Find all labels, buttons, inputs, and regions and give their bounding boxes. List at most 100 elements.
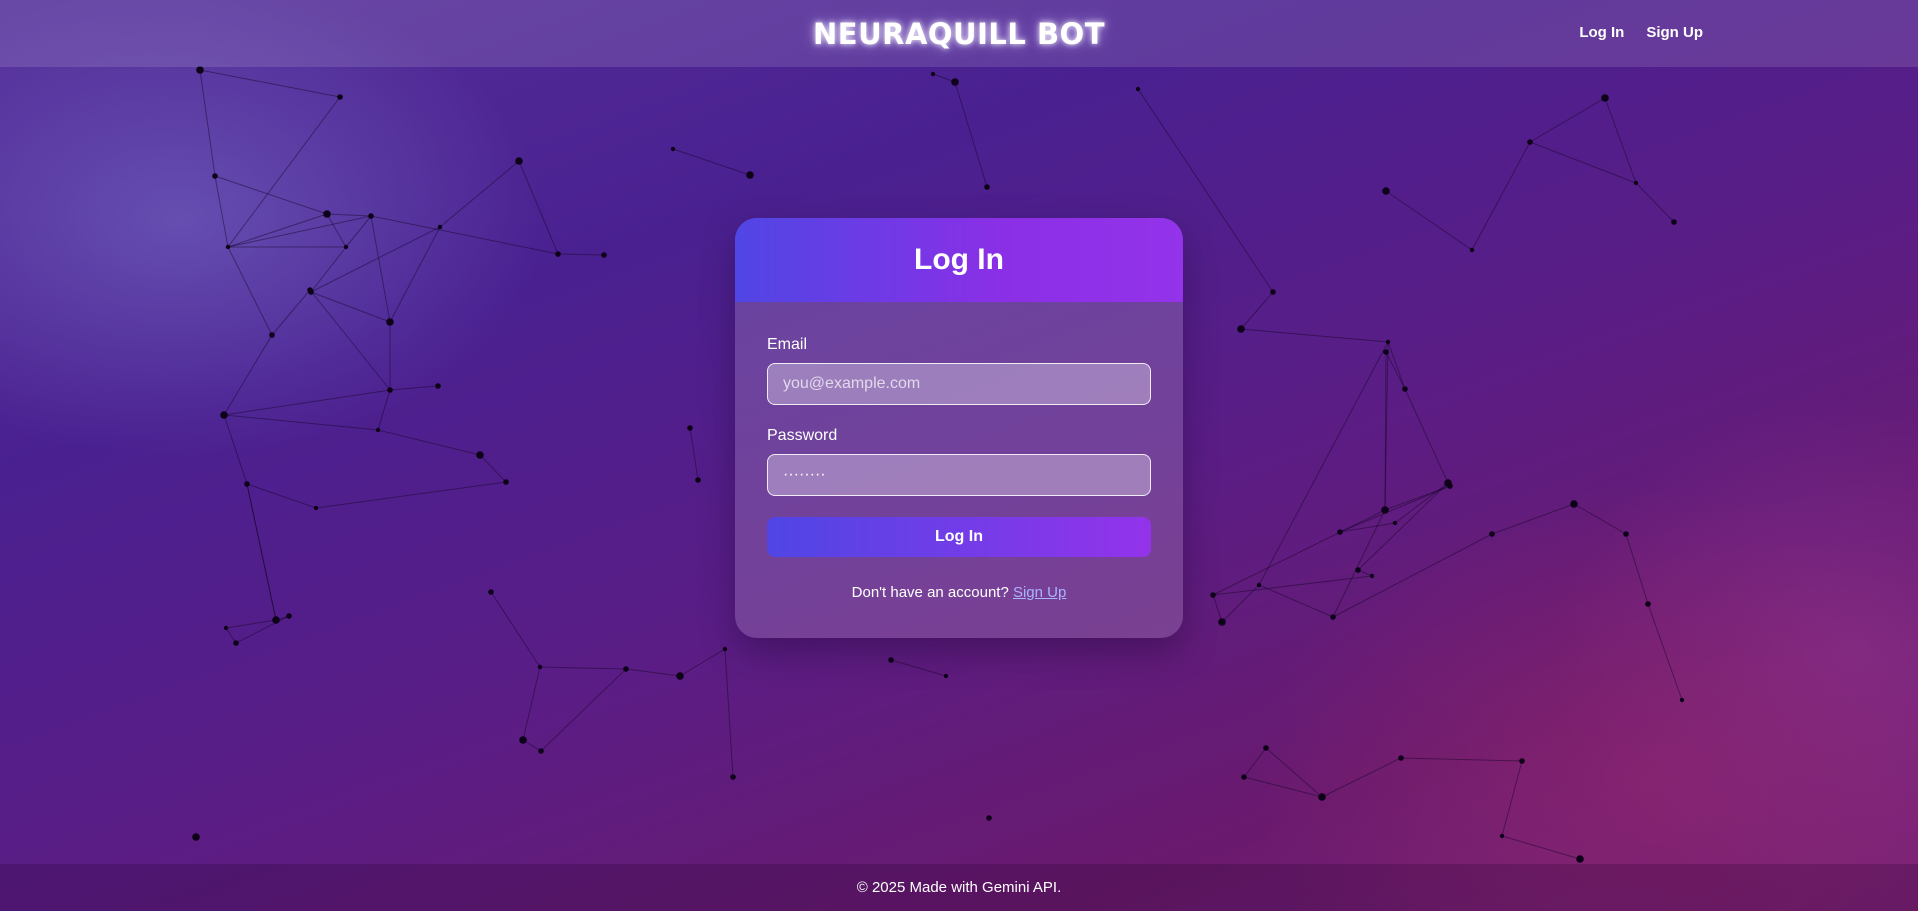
network-line: [271, 289, 311, 336]
network-line: [1387, 341, 1406, 390]
network-line: [625, 668, 681, 677]
network-line: [522, 666, 541, 741]
network-line: [1221, 584, 1260, 623]
network-line: [1258, 584, 1334, 618]
network-node: [223, 625, 229, 631]
network-node: [746, 171, 754, 179]
network-line: [1339, 522, 1396, 533]
network-line: [1212, 509, 1386, 596]
nav-signup-link[interactable]: Sign Up: [1646, 24, 1703, 41]
network-line: [1332, 533, 1493, 618]
network-node: [986, 815, 992, 821]
network-node: [538, 748, 544, 754]
network-line: [310, 291, 391, 323]
network-node: [476, 451, 484, 459]
network-node: [1469, 247, 1475, 253]
network-line: [223, 414, 379, 431]
network-node: [930, 71, 936, 77]
network-node: [623, 666, 629, 672]
network-line: [310, 226, 441, 293]
signup-prompt: Don't have an account? Sign Up: [767, 584, 1151, 601]
network-node: [951, 78, 959, 86]
network-line: [223, 334, 273, 416]
network-line: [389, 226, 441, 323]
network-line: [1529, 97, 1606, 143]
login-title: Log In: [914, 243, 1004, 276]
network-line: [214, 175, 328, 215]
login-card: Log In Email Password Log In Don't have …: [735, 218, 1183, 638]
network-line: [310, 246, 347, 293]
login-form: Email Password Log In Don't have an acco…: [735, 302, 1183, 601]
network-line: [1321, 757, 1402, 798]
network-line: [214, 175, 229, 248]
network-line: [518, 160, 559, 255]
network-line: [1491, 503, 1575, 535]
network-node: [1570, 500, 1578, 508]
network-node: [1270, 289, 1276, 295]
network-node: [212, 173, 218, 179]
network-node: [943, 673, 949, 679]
network-node: [323, 210, 331, 218]
network-line: [724, 648, 734, 778]
network-line: [689, 427, 699, 481]
network-node: [1135, 86, 1141, 92]
network-node: [343, 244, 349, 250]
network-line: [1243, 747, 1267, 778]
network-node: [503, 479, 509, 485]
network-node: [1527, 139, 1533, 145]
network-line: [479, 454, 507, 483]
network-line: [490, 591, 541, 668]
network-node: [488, 589, 494, 595]
network-line: [1258, 341, 1389, 586]
network-line: [539, 666, 627, 670]
network-node: [537, 664, 543, 670]
signup-prompt-text: Don't have an account?: [851, 584, 1013, 601]
network-line: [1529, 141, 1637, 184]
network-node: [386, 318, 394, 326]
network-node: [730, 774, 736, 780]
network-node: [695, 477, 701, 483]
network-node: [601, 252, 607, 258]
footer-text: © 2025 Made with Gemini API.: [856, 879, 1062, 896]
network-line: [223, 389, 391, 416]
network-node: [1256, 582, 1262, 588]
network-line: [309, 289, 391, 391]
network-node: [722, 646, 728, 652]
network-node: [1645, 601, 1651, 607]
signup-link[interactable]: Sign Up: [1013, 584, 1066, 601]
network-node: [1623, 531, 1629, 537]
network-line: [389, 385, 439, 391]
network-line: [227, 213, 328, 248]
top-bar: NEURAQUILL BOT Log In Sign Up: [0, 0, 1918, 67]
network-node: [387, 387, 393, 393]
network-line: [377, 429, 481, 456]
email-field[interactable]: [767, 363, 1151, 405]
network-node: [515, 157, 523, 165]
network-node: [1210, 592, 1216, 598]
password-label: Password: [767, 427, 838, 444]
network-line: [199, 69, 341, 98]
network-line: [199, 69, 216, 177]
network-line: [1604, 97, 1637, 184]
network-line: [672, 148, 751, 176]
network-line: [540, 668, 627, 752]
password-field[interactable]: [767, 454, 1151, 496]
network-node: [1398, 755, 1404, 761]
login-submit-button[interactable]: Log In: [767, 517, 1151, 557]
network-node: [1337, 529, 1343, 535]
network-line: [1212, 594, 1223, 623]
network-node: [519, 736, 527, 744]
network-node: [1385, 339, 1391, 345]
network-line: [246, 483, 277, 621]
top-nav: Log In Sign Up: [1579, 24, 1703, 41]
network-line: [1573, 503, 1627, 535]
nav-login-link[interactable]: Log In: [1579, 24, 1624, 41]
network-node: [244, 481, 250, 487]
email-label: Email: [767, 336, 808, 353]
network-line: [1332, 509, 1386, 618]
network-node: [1444, 479, 1452, 487]
network-node: [1671, 219, 1677, 225]
network-line: [1385, 351, 1406, 390]
network-line: [1240, 328, 1389, 343]
network-node: [1499, 833, 1505, 839]
